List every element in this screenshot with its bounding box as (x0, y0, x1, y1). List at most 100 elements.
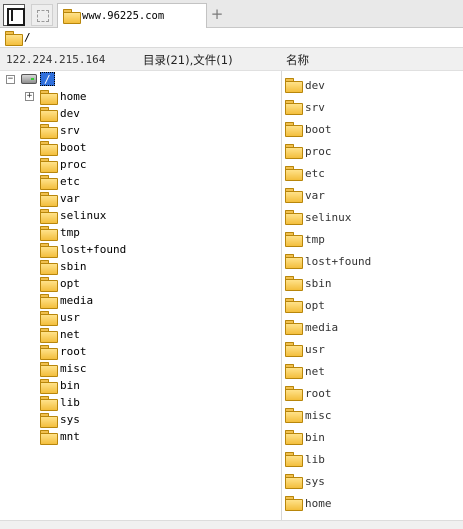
tree-item[interactable]: srv (0, 122, 281, 139)
folder-icon (40, 175, 58, 190)
list-item[interactable]: bin (282, 426, 463, 448)
list-item[interactable]: selinux (282, 206, 463, 228)
list-item-label: boot (305, 123, 332, 136)
tree-item[interactable]: tmp (0, 224, 281, 241)
list-item-label: opt (305, 299, 325, 312)
list-item[interactable]: media (282, 316, 463, 338)
tree-item[interactable]: opt (0, 275, 281, 292)
tree-item[interactable]: lib (0, 394, 281, 411)
tree-item[interactable]: lost+found (0, 241, 281, 258)
list-item-label: var (305, 189, 325, 202)
tree-item-label: misc (60, 362, 87, 375)
list-item-label: net (305, 365, 325, 378)
list-item-label: misc (305, 409, 332, 422)
list-item[interactable]: proc (282, 140, 463, 162)
list-item[interactable]: srv (282, 96, 463, 118)
list-item[interactable]: tmp (282, 228, 463, 250)
path-bar: / (0, 28, 463, 48)
tree-root[interactable]: − / (0, 71, 281, 88)
list-item-label: srv (305, 101, 325, 114)
tree-item[interactable]: sys (0, 411, 281, 428)
tree-item[interactable]: root (0, 343, 281, 360)
tree-item-label: bin (60, 379, 80, 392)
folder-icon (285, 430, 303, 445)
list-item-label: etc (305, 167, 325, 180)
name-column-header[interactable]: 名称 (286, 52, 309, 68)
tree-item[interactable]: misc (0, 360, 281, 377)
tree-item[interactable]: bin (0, 377, 281, 394)
folder-icon (40, 413, 58, 428)
list-item[interactable]: root (282, 382, 463, 404)
folder-icon (40, 362, 58, 377)
folder-icon (285, 342, 303, 357)
list-item[interactable]: usr (282, 338, 463, 360)
list-item[interactable]: etc (282, 162, 463, 184)
tree-item[interactable]: var (0, 190, 281, 207)
list-item[interactable]: net (282, 360, 463, 382)
folder-icon (63, 9, 81, 24)
new-window-icon[interactable] (31, 4, 53, 26)
tree-item-label: tmp (60, 226, 80, 239)
list-item[interactable]: lib (282, 448, 463, 470)
list-item[interactable]: sbin (282, 272, 463, 294)
list-item-label: bin (305, 431, 325, 444)
expand-icon[interactable]: + (25, 92, 34, 101)
folder-icon (285, 386, 303, 401)
tree-item[interactable]: proc (0, 156, 281, 173)
list-item-label: selinux (305, 211, 352, 224)
folder-icon (40, 345, 58, 360)
tree-item-label: var (60, 192, 80, 205)
folder-icon (40, 379, 58, 394)
folder-icon (40, 158, 58, 173)
status-bar (0, 520, 463, 529)
folder-icon (40, 260, 58, 275)
list-item[interactable]: misc (282, 404, 463, 426)
tree-item-label: home (60, 90, 87, 103)
tree-item[interactable]: mnt (0, 428, 281, 445)
tree-item-label: opt (60, 277, 80, 290)
tree-item[interactable]: net (0, 326, 281, 343)
folder-icon (40, 311, 58, 326)
status-header: 122.224.215.164 目录(21),文件(1) 名称 (0, 48, 463, 71)
list-item[interactable]: boot (282, 118, 463, 140)
folder-icon (285, 122, 303, 137)
item-counts: 目录(21),文件(1) (143, 53, 233, 67)
list-item[interactable]: var (282, 184, 463, 206)
folder-icon (40, 90, 58, 105)
add-tab-button[interactable]: + (210, 5, 224, 23)
list-item[interactable]: opt (282, 294, 463, 316)
tree-item-label: mnt (60, 430, 80, 443)
current-path[interactable]: / (24, 31, 31, 44)
folder-icon (285, 496, 303, 511)
list-item[interactable]: dev (282, 74, 463, 96)
tree-item[interactable]: usr (0, 309, 281, 326)
tree-item-label: sys (60, 413, 80, 426)
directory-tree: − / + home dev srv boot proc etc var selinux tmp l… (0, 71, 281, 520)
tree-item[interactable]: + home (0, 88, 281, 105)
tree-item[interactable]: dev (0, 105, 281, 122)
list-item[interactable]: home (282, 492, 463, 514)
tree-item[interactable]: sbin (0, 258, 281, 275)
folder-icon (40, 243, 58, 258)
tree-item[interactable]: selinux (0, 207, 281, 224)
folder-icon (285, 320, 303, 335)
folder-icon (285, 298, 303, 313)
list-item-label: proc (305, 145, 332, 158)
tree-root-label[interactable]: / (40, 72, 55, 86)
list-item-label: sys (305, 475, 325, 488)
list-item[interactable]: lost+found (282, 250, 463, 272)
tree-item-label: lib (60, 396, 80, 409)
file-list: dev srv boot proc etc var selinux tmp lost+found… (282, 71, 463, 520)
list-item-label: lib (305, 453, 325, 466)
list-item[interactable]: sys (282, 470, 463, 492)
folder-icon (285, 408, 303, 423)
tree-item[interactable]: media (0, 292, 281, 309)
tree-item[interactable]: etc (0, 173, 281, 190)
server-ip: 122.224.215.164 (6, 53, 106, 66)
panel-toggle-icon[interactable] (3, 4, 25, 26)
tree-item[interactable]: boot (0, 139, 281, 156)
collapse-icon[interactable]: − (6, 75, 15, 84)
tab-site[interactable]: www.96225.com (57, 3, 207, 28)
tree-item-label: selinux (60, 209, 107, 222)
tree-item-label: boot (60, 141, 87, 154)
